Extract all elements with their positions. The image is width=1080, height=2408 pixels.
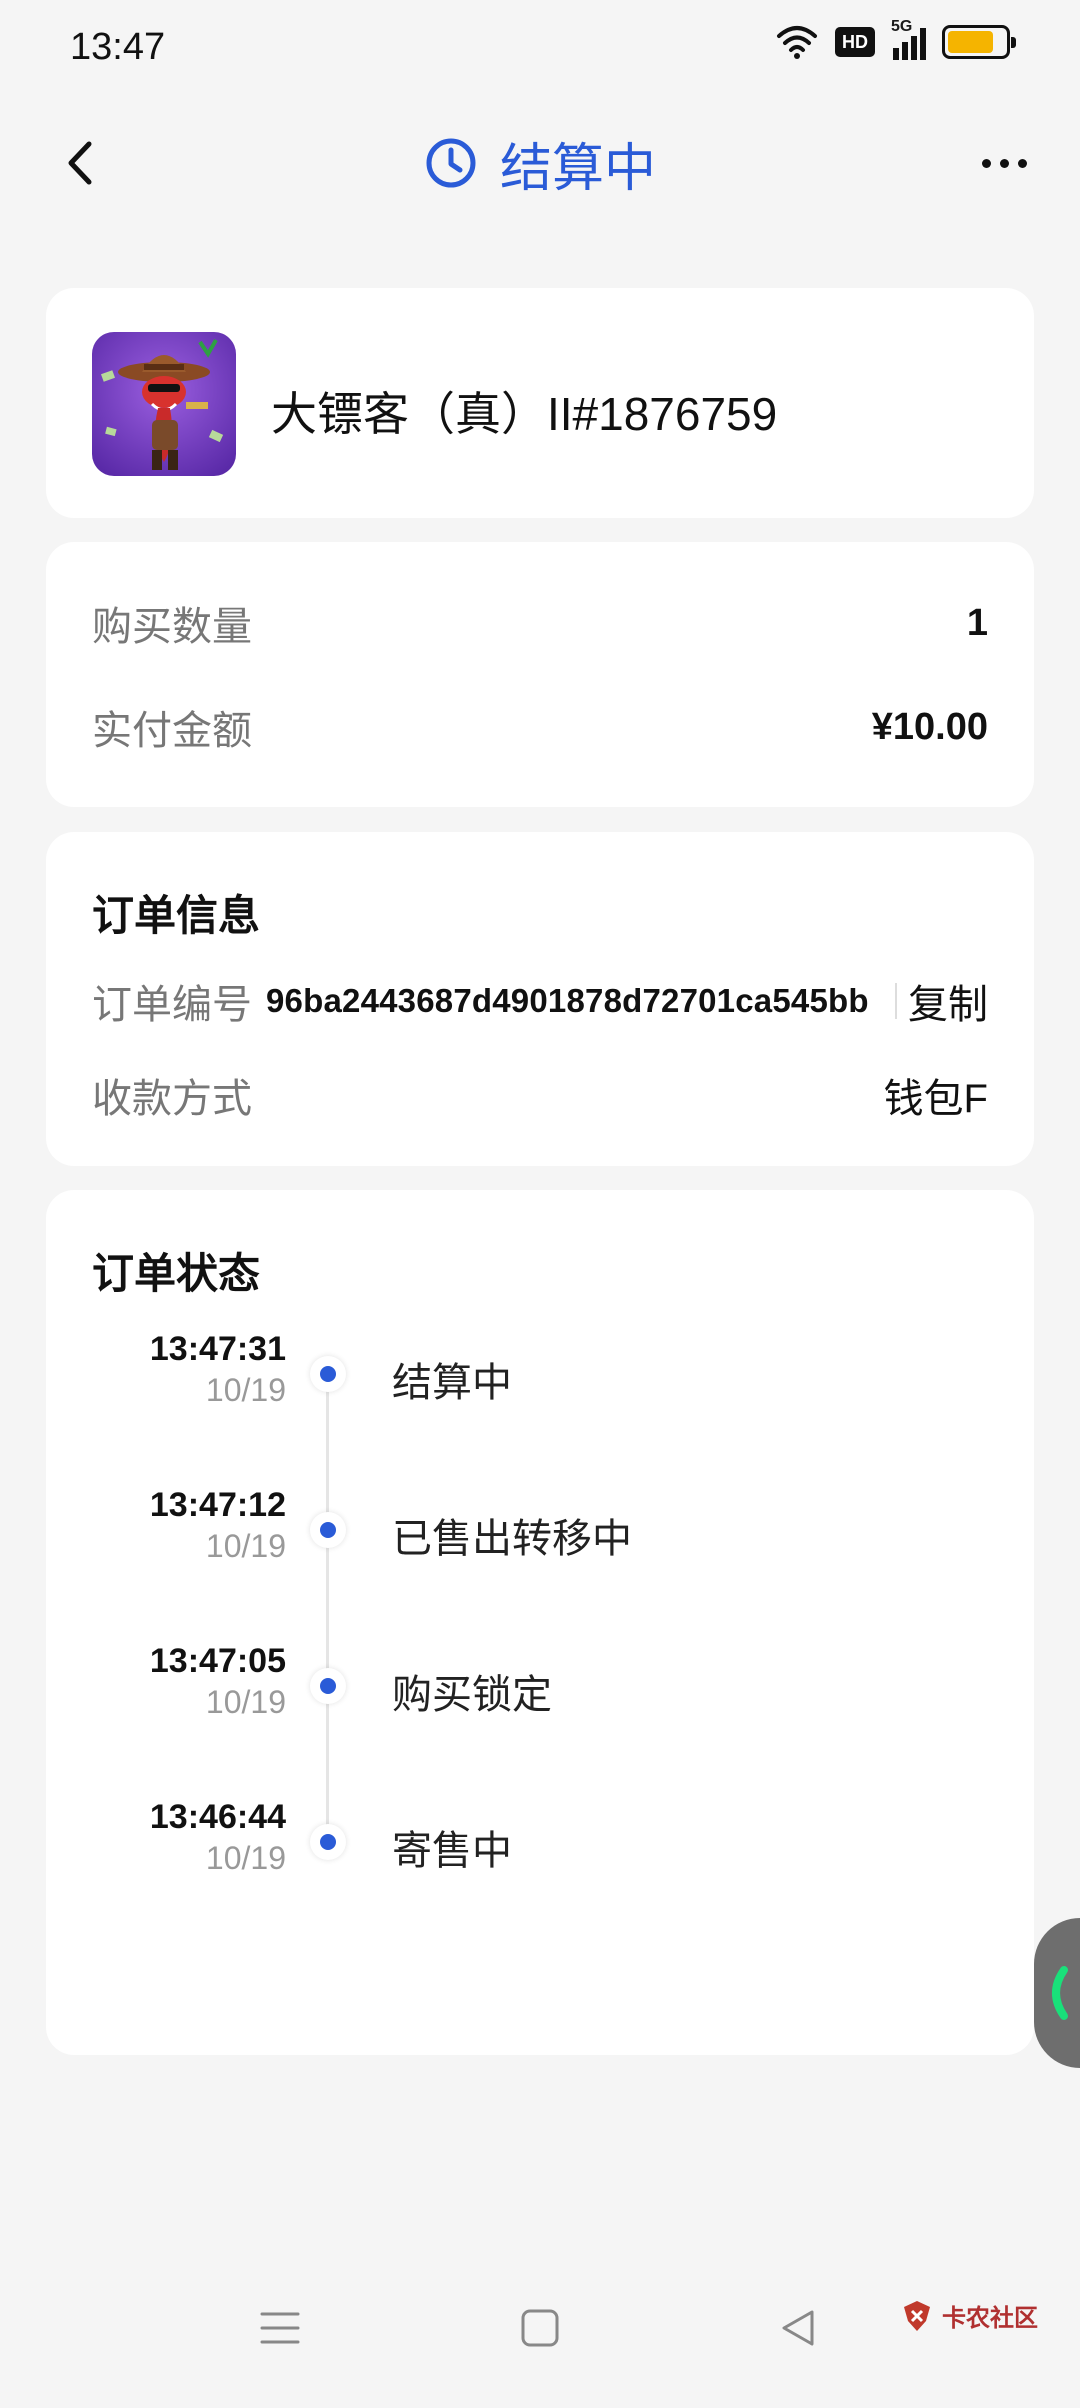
header: 结算中: [0, 100, 1080, 230]
cowboy-snake-art: [92, 332, 236, 476]
more-horizontal-icon: [981, 158, 991, 168]
product-name: 大镖客（真）II#1876759: [271, 388, 778, 440]
timeline-dot-icon: [310, 1668, 346, 1704]
order-info-title: 订单信息: [92, 892, 261, 939]
status-bar: 13:47 HD 5G: [0, 0, 1080, 100]
network-type-label: 5G: [891, 18, 913, 35]
nav-home-button[interactable]: [500, 2288, 580, 2368]
more-button[interactable]: [964, 128, 1044, 198]
order-status-card: 订单状态 13:47:31 10/19 结算中 13:47:12 10/19 已…: [46, 1190, 1034, 2055]
nav-menu-button[interactable]: [240, 2288, 320, 2368]
order-number-row: 订单编号 96ba2443687d4901878d72701ca545bb 复制: [92, 972, 988, 1030]
timeline-date: 10/19: [205, 1372, 286, 1408]
timeline-item: 13:47:31 10/19 结算中: [46, 1330, 1034, 1430]
order-status-title: 订单状态: [92, 1250, 261, 1297]
floating-assistant-button[interactable]: [1034, 1918, 1080, 2068]
screen: 13:47 HD 5G 结算中 大镖客（真）II#1876759 购买数量 1 …: [0, 0, 1080, 2408]
timeline-item: 13:46:44 10/19 寄售中: [46, 1798, 1034, 1898]
assistant-icon: [1052, 1966, 1068, 2020]
timeline-label: 寄售中: [392, 1829, 512, 1873]
paid-amount-value: ¥10.00: [871, 705, 988, 748]
product-card[interactable]: 大镖客（真）II#1876759: [46, 288, 1034, 518]
order-number-label: 订单编号: [92, 983, 252, 1027]
page-title: 结算中: [499, 139, 656, 198]
payment-method-label: 收款方式: [92, 1077, 252, 1121]
timeline-dot-icon: [310, 1824, 346, 1860]
nav-back-button[interactable]: [758, 2288, 838, 2368]
payment-method-value: 钱包F: [883, 1077, 988, 1121]
timeline-date: 10/19: [205, 1684, 286, 1720]
wifi-icon: [777, 26, 817, 59]
timeline-line: [326, 1380, 329, 1848]
battery-icon: [942, 25, 1016, 59]
hd-badge: HD: [835, 27, 875, 57]
timeline-item: 13:47:05 10/19 购买锁定: [46, 1642, 1034, 1742]
timeline-dot-icon: [310, 1356, 346, 1392]
system-nav-bar: 卡农社区: [0, 2258, 1080, 2408]
product-thumbnail: [92, 332, 236, 476]
copy-button[interactable]: 复制: [908, 972, 988, 1030]
home-square-icon: [521, 2309, 559, 2347]
timeline-time: 13:47:05: [149, 1642, 286, 1680]
page-title-wrap: 结算中: [0, 128, 1080, 198]
timeline-label: 结算中: [392, 1361, 512, 1405]
timeline-label: 购买锁定: [392, 1673, 552, 1717]
timeline-date: 10/19: [205, 1840, 286, 1876]
paid-amount-row: 实付金额 ¥10.00: [92, 698, 988, 756]
menu-icon: [260, 2312, 300, 2344]
quantity-row: 购买数量 1: [92, 594, 988, 652]
quantity-value: 1: [966, 601, 988, 644]
kanong-logo-icon: [904, 2300, 930, 2331]
quantity-label: 购买数量: [92, 605, 252, 649]
watermark-text: 卡农社区: [942, 2305, 1038, 2332]
status-time: 13:47: [70, 26, 166, 68]
order-number-value: 96ba2443687d4901878d72701ca545bb: [266, 982, 869, 1019]
timeline-date: 10/19: [205, 1528, 286, 1564]
timeline-time: 13:47:12: [149, 1486, 286, 1524]
battery-fill: [948, 31, 993, 53]
timeline-item: 13:47:12 10/19 已售出转移中: [46, 1486, 1034, 1586]
signal-icon: 5G: [891, 18, 926, 60]
back-triangle-icon: [782, 2310, 814, 2346]
status-icons: HD 5G: [775, 18, 1016, 60]
timeline-time: 13:46:44: [149, 1798, 286, 1836]
amount-card: 购买数量 1 实付金额 ¥10.00: [46, 542, 1034, 807]
paid-amount-label: 实付金额: [92, 709, 252, 753]
timeline-label: 已售出转移中: [392, 1517, 632, 1561]
divider: [894, 983, 897, 1019]
timeline-dot-icon: [310, 1512, 346, 1548]
order-info-card: 订单信息 订单编号 96ba2443687d4901878d72701ca545…: [46, 832, 1034, 1166]
timeline-time: 13:47:31: [149, 1330, 286, 1368]
watermark: 卡农社区: [900, 2298, 1038, 2333]
clock-icon: [426, 138, 476, 188]
payment-method-row: 收款方式 钱包F: [92, 1066, 988, 1124]
